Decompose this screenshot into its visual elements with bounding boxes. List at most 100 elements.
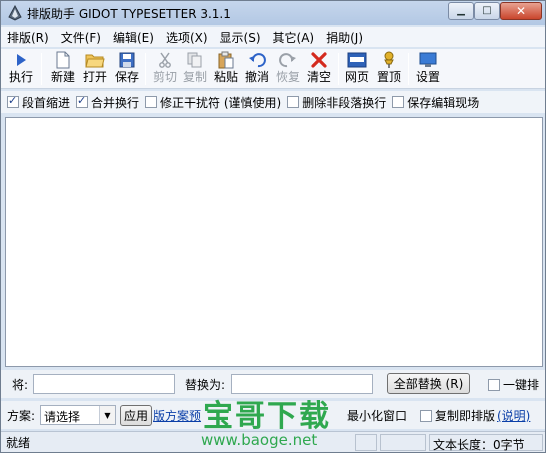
save-disk-icon	[117, 51, 137, 69]
copy-icon	[185, 51, 205, 69]
cut-label: 剪切	[152, 70, 177, 84]
option-merge-lines[interactable]: 合并换行	[76, 94, 139, 111]
new-label: 新建	[50, 70, 75, 84]
checkbox[interactable]	[76, 94, 89, 108]
run-label: 执行	[8, 70, 33, 84]
copy-label: 复制	[182, 70, 207, 84]
option-indent-label: 段首缩进	[22, 95, 71, 110]
new-button[interactable]: 新建	[49, 51, 77, 87]
checkbox[interactable]	[488, 378, 500, 391]
options-bar: 段首缩进 合并换行 修正干扰符 (谨慎使用) 删除非段落换行 保存编辑现场	[1, 91, 545, 113]
menu-other[interactable]: 其它(A)	[267, 27, 321, 47]
pin-icon	[379, 51, 399, 69]
paste-button[interactable]: 粘贴	[212, 51, 240, 87]
redo-label: 恢复	[275, 70, 300, 84]
redo-button[interactable]: 恢复	[274, 51, 302, 87]
top-label: 置顶	[376, 70, 401, 84]
toolbar: 执行 新建 打开 保存 剪切 复制 粘贴 撤消 恢复 清空 网页 置顶 设置	[1, 49, 545, 89]
close-icon: ✕	[515, 4, 527, 18]
menu-typeset[interactable]: 排版(R)	[1, 27, 55, 47]
toolbar-separator	[338, 53, 339, 85]
scissors-icon	[155, 51, 175, 69]
checkbox[interactable]	[287, 96, 300, 108]
option-merge-lines-label: 合并换行	[91, 95, 140, 110]
open-folder-icon	[85, 51, 105, 69]
paste-label: 粘贴	[213, 70, 238, 84]
option-save-state-label: 保存编辑现场	[407, 95, 480, 110]
open-label: 打开	[82, 70, 107, 84]
text-editor[interactable]	[5, 117, 543, 367]
copy-typeset-option[interactable]: 复制即排版	[420, 407, 495, 424]
undo-icon	[247, 51, 267, 69]
open-button[interactable]: 打开	[81, 51, 109, 87]
one-key-option[interactable]: 一键排	[488, 376, 539, 393]
close-button[interactable]: ✕	[500, 2, 542, 20]
copy-button[interactable]: 复制	[181, 51, 209, 87]
app-window: 排版助手 GIDOT TYPESETTER 3.1.1 ▁ □ ✕ 排版(R) …	[0, 0, 546, 453]
checkbox[interactable]	[145, 96, 158, 108]
minimize-icon: ▁	[457, 5, 465, 16]
status-text: 就绪	[6, 436, 31, 450]
maximize-button[interactable]: □	[474, 2, 500, 20]
scheme-selected: 请选择	[44, 410, 81, 424]
checkbox[interactable]	[7, 94, 19, 108]
clear-button[interactable]: 清空	[305, 51, 333, 87]
status-panel	[355, 434, 377, 451]
text-length: 文本长度：0字节	[429, 434, 543, 452]
option-fix-interference[interactable]: 修正干扰符 (谨慎使用)	[145, 94, 281, 111]
redo-icon	[278, 51, 298, 69]
checkbox[interactable]	[392, 96, 405, 108]
settings-label: 设置	[415, 70, 440, 84]
new-file-icon	[53, 51, 73, 69]
help-link[interactable]: (说明)	[497, 407, 530, 424]
minimize-button[interactable]: ▁	[448, 2, 474, 20]
option-indent[interactable]: 段首缩进	[7, 94, 70, 111]
web-button[interactable]: 网页	[343, 51, 371, 87]
title-bar: 排版助手 GIDOT TYPESETTER 3.1.1 ▁ □ ✕	[1, 1, 545, 25]
save-button[interactable]: 保存	[113, 51, 141, 87]
clear-label: 清空	[306, 70, 331, 84]
top-button[interactable]: 置顶	[375, 51, 403, 87]
watermark: 宝哥下载 www.baoge.net	[197, 391, 357, 451]
scheme-preview-link[interactable]: 版方案预	[153, 407, 201, 424]
settings-button[interactable]: 设置	[414, 51, 442, 87]
scheme-label: 方案:	[7, 409, 36, 423]
status-panel	[380, 434, 426, 451]
app-logo-icon	[8, 5, 22, 21]
replace-all-button[interactable]: 全部替换 (R)	[387, 373, 470, 394]
menu-donate[interactable]: 捐助(J)	[320, 27, 369, 47]
one-key-label: 一键排	[503, 378, 540, 392]
menu-view[interactable]: 显示(S)	[214, 27, 267, 47]
save-label: 保存	[114, 70, 139, 84]
watermark-title: 宝哥下载	[203, 399, 331, 434]
find-input[interactable]	[33, 374, 175, 394]
maximize-icon: □	[482, 5, 492, 16]
window-title: 排版助手 GIDOT TYPESETTER 3.1.1	[27, 7, 231, 21]
toolbar-separator	[408, 53, 409, 85]
option-delete-breaks-label: 删除非段落换行	[302, 95, 387, 110]
option-save-state[interactable]: 保存编辑现场	[392, 94, 479, 111]
menu-file[interactable]: 文件(F)	[55, 27, 107, 47]
scheme-select[interactable]: 请选择 ▼	[40, 405, 116, 425]
option-fix-interference-label: 修正干扰符 (谨慎使用)	[160, 95, 282, 110]
copy-typeset-label: 复制即排版	[435, 409, 496, 423]
monitor-icon	[418, 51, 438, 69]
apply-button[interactable]: 应用	[120, 405, 152, 426]
option-delete-breaks[interactable]: 删除非段落换行	[287, 94, 386, 111]
undo-label: 撤消	[244, 70, 269, 84]
menu-edit[interactable]: 编辑(E)	[107, 27, 160, 47]
find-label: 将:	[12, 378, 29, 392]
menu-options[interactable]: 选项(X)	[160, 27, 214, 47]
watermark-url: www.baoge.net	[201, 431, 318, 449]
clipboard-icon	[216, 51, 236, 69]
checkbox[interactable]	[420, 409, 432, 422]
cut-button[interactable]: 剪切	[151, 51, 179, 87]
menu-bar: 排版(R) 文件(F) 编辑(E) 选项(X) 显示(S) 其它(A) 捐助(J…	[1, 27, 545, 47]
chevron-down-icon[interactable]: ▼	[99, 406, 115, 424]
undo-button[interactable]: 撤消	[243, 51, 271, 87]
html-page-icon	[347, 51, 367, 69]
web-label: 网页	[344, 70, 369, 84]
run-button[interactable]: 执行	[7, 51, 35, 87]
play-icon	[11, 51, 31, 69]
toolbar-separator	[145, 53, 146, 85]
